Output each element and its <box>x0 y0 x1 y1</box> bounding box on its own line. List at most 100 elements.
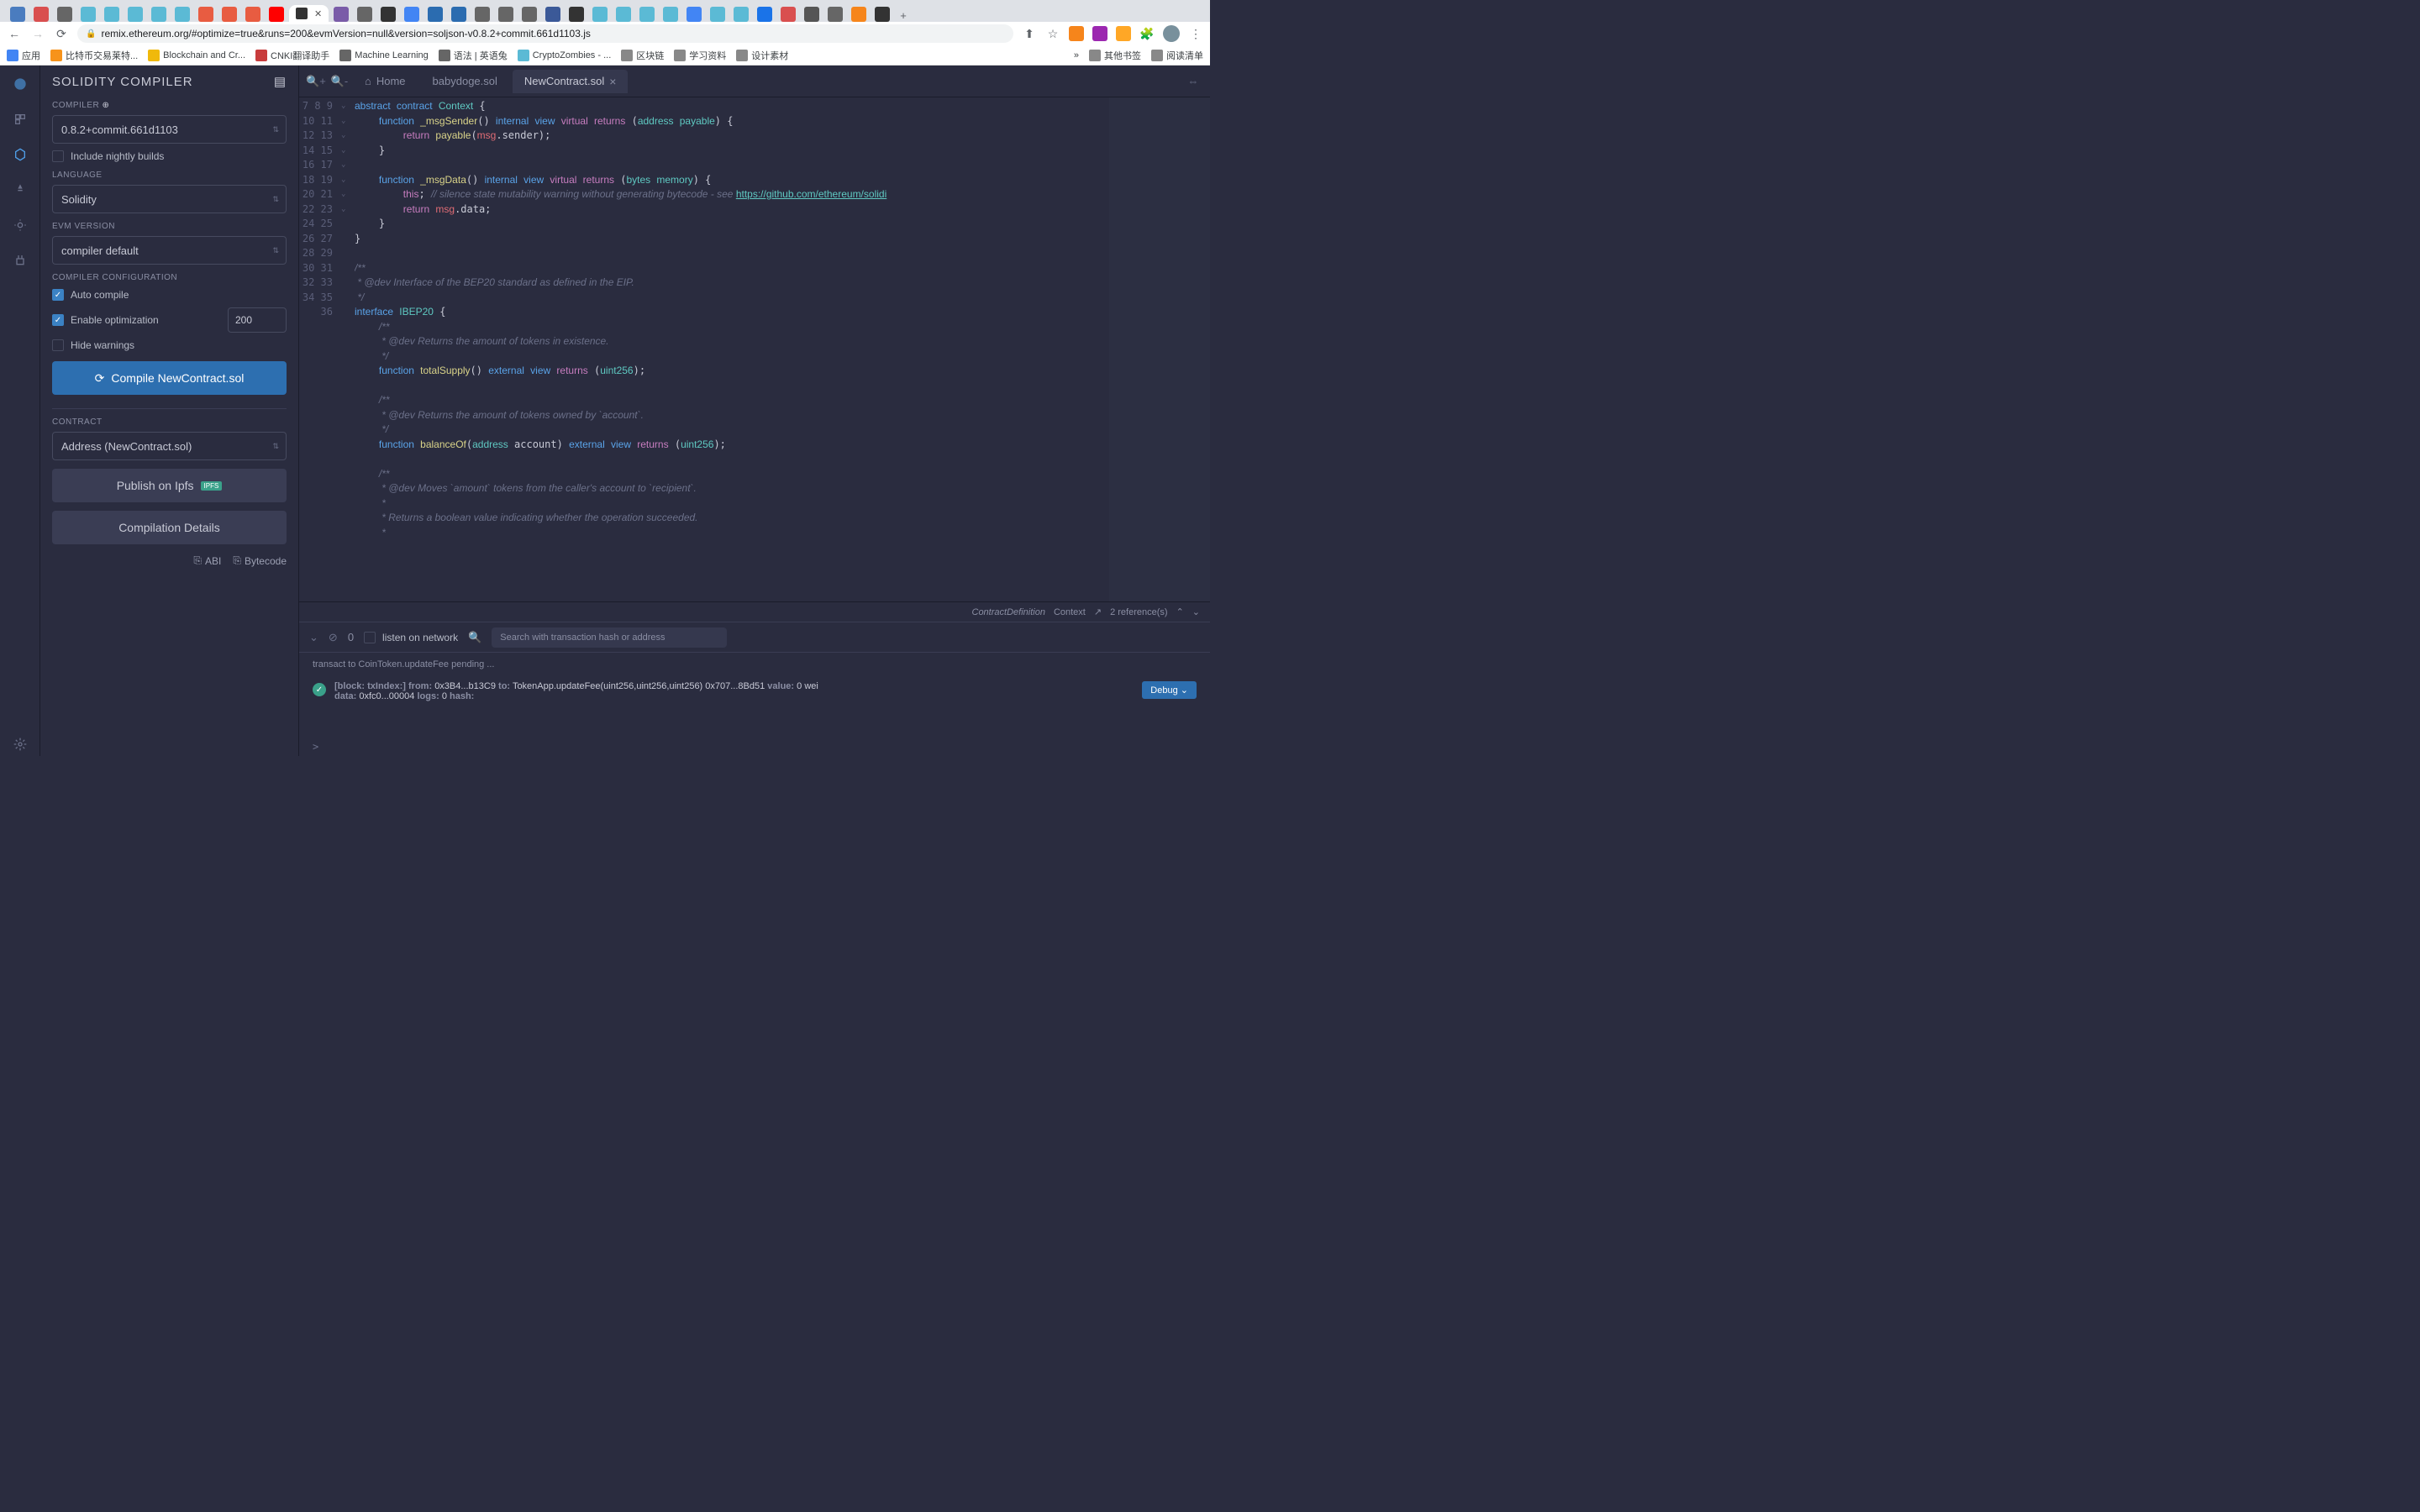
tab-favicon[interactable] <box>875 7 890 22</box>
tab-favicon[interactable] <box>151 7 166 22</box>
tab-favicon[interactable] <box>663 7 678 22</box>
tab-favicon[interactable] <box>334 7 349 22</box>
star-icon[interactable]: ☆ <box>1045 26 1060 41</box>
back-button[interactable]: ← <box>7 26 22 41</box>
compilation-details-button[interactable]: Compilation Details <box>52 511 287 544</box>
tab-favicon[interactable] <box>710 7 725 22</box>
settings-icon[interactable] <box>8 732 32 756</box>
extensions-icon[interactable]: 🧩 <box>1139 26 1155 41</box>
compiler-version-select[interactable]: 0.8.2+commit.661d1103 <box>52 115 287 144</box>
deploy-icon[interactable] <box>8 178 32 202</box>
url-bar[interactable]: 🔒 remix.ethereum.org/#optimize=true&runs… <box>77 24 1013 43</box>
nightly-checkbox[interactable]: Include nightly builds <box>52 150 287 162</box>
tab-favicon[interactable] <box>804 7 819 22</box>
reload-button[interactable]: ⟳ <box>54 26 69 41</box>
extension-icon[interactable] <box>1092 26 1107 41</box>
search-icon[interactable]: 🔍 <box>468 631 481 644</box>
code-content[interactable]: abstract contract Context { function _ms… <box>355 97 1109 601</box>
panel-settings-icon[interactable]: ▤ <box>274 74 287 89</box>
listen-network-checkbox[interactable]: listen on network <box>364 632 458 643</box>
tab-favicon[interactable] <box>569 7 584 22</box>
tab-favicon[interactable] <box>592 7 608 22</box>
copy-abi-button[interactable]: ⎘ ABI <box>193 554 221 567</box>
prev-ref-icon[interactable]: ⌃ <box>1176 606 1184 617</box>
apps-bookmark[interactable]: 应用 <box>7 49 40 62</box>
extension-icon[interactable] <box>1069 26 1084 41</box>
file-tab[interactable]: babydoge.sol <box>421 70 509 92</box>
tab-favicon[interactable] <box>175 7 190 22</box>
close-tab-icon[interactable]: ✕ <box>314 8 322 19</box>
home-tab[interactable]: ⌂ Home <box>353 70 418 92</box>
menu-icon[interactable]: ⋮ <box>1188 26 1203 41</box>
bookmark-item[interactable]: 比特币交易莱特... <box>50 49 138 62</box>
tab-favicon[interactable] <box>522 7 537 22</box>
copy-bytecode-button[interactable]: ⎘ Bytecode <box>233 554 287 567</box>
tab-favicon[interactable] <box>404 7 419 22</box>
bookmark-folder[interactable]: 学习资料 <box>674 49 726 62</box>
tab-favicon[interactable] <box>10 7 25 22</box>
active-browser-tab[interactable]: ✕ <box>289 5 329 22</box>
bookmark-item[interactable]: Machine Learning <box>339 50 428 61</box>
compiler-icon[interactable] <box>8 143 32 166</box>
tab-favicon[interactable] <box>269 7 284 22</box>
contract-select[interactable]: Address (NewContract.sol) <box>52 432 287 460</box>
tab-favicon[interactable] <box>734 7 749 22</box>
tab-favicon[interactable] <box>687 7 702 22</box>
extension-icon[interactable] <box>1116 26 1131 41</box>
terminal-search-input[interactable]: Search with transaction hash or address <box>492 627 727 648</box>
plugin-icon[interactable] <box>8 249 32 272</box>
hide-warnings-checkbox[interactable]: Hide warnings <box>52 339 287 351</box>
code-editor[interactable]: 7 8 9 10 11 12 13 14 15 16 17 18 19 20 2… <box>299 97 1210 601</box>
tab-favicon[interactable] <box>451 7 466 22</box>
tab-favicon[interactable] <box>828 7 843 22</box>
tab-favicon[interactable] <box>381 7 396 22</box>
auto-compile-checkbox[interactable]: ✓ Auto compile <box>52 289 287 301</box>
tab-favicon[interactable] <box>245 7 260 22</box>
tab-favicon[interactable] <box>34 7 49 22</box>
bookmark-folder[interactable]: 区块链 <box>621 49 664 62</box>
remix-logo-icon[interactable] <box>8 72 32 96</box>
tab-favicon[interactable] <box>57 7 72 22</box>
bookmark-overflow[interactable]: » <box>1074 50 1079 60</box>
terminal-prompt[interactable]: > <box>299 741 1210 756</box>
share-icon[interactable]: ⬆ <box>1022 26 1037 41</box>
goto-icon[interactable]: ↗ <box>1094 606 1102 617</box>
tab-favicon[interactable] <box>104 7 119 22</box>
tab-favicon[interactable] <box>498 7 513 22</box>
tab-favicon[interactable] <box>81 7 96 22</box>
language-select[interactable]: Solidity <box>52 185 287 213</box>
tab-favicon[interactable] <box>757 7 772 22</box>
forward-button[interactable]: → <box>30 26 45 41</box>
publish-ipfs-button[interactable]: Publish on Ipfs IPFS <box>52 469 287 502</box>
expand-icon[interactable]: ⇔ <box>1183 71 1203 92</box>
zoom-in-icon[interactable]: 🔍+ <box>306 71 326 92</box>
tab-favicon[interactable] <box>198 7 213 22</box>
optimization-runs-input[interactable]: 200 <box>228 307 287 333</box>
tab-favicon[interactable] <box>545 7 560 22</box>
zoom-out-icon[interactable]: 🔍- <box>329 71 350 92</box>
tab-favicon[interactable] <box>128 7 143 22</box>
close-tab-icon[interactable]: × <box>609 75 616 88</box>
compile-button[interactable]: ⟳ Compile NewContract.sol <box>52 361 287 395</box>
debugger-icon[interactable] <box>8 213 32 237</box>
bookmark-folder[interactable]: 设计素材 <box>736 49 788 62</box>
tab-favicon[interactable] <box>639 7 655 22</box>
bookmark-item[interactable]: CryptoZombies - ... <box>518 50 612 61</box>
minimap[interactable] <box>1109 97 1210 601</box>
tab-favicon[interactable] <box>475 7 490 22</box>
fold-gutter[interactable]: ⌄ ⌄ ⌄ ⌄ ⌄ ⌄ ⌄ ⌄ <box>341 97 355 601</box>
clear-icon[interactable]: ⊘ <box>329 631 338 644</box>
evm-version-select[interactable]: compiler default <box>52 236 287 265</box>
tab-favicon[interactable] <box>357 7 372 22</box>
tab-favicon[interactable] <box>781 7 796 22</box>
tab-favicon[interactable] <box>428 7 443 22</box>
profile-avatar[interactable] <box>1163 25 1180 42</box>
transaction-entry[interactable]: ✓ [block: txIndex:] from: 0x3B4...b13C9 … <box>313 681 1197 701</box>
other-bookmarks[interactable]: 其他书签 <box>1089 49 1141 62</box>
debug-button[interactable]: Debug ⌄ <box>1142 681 1197 699</box>
tab-favicon[interactable] <box>616 7 631 22</box>
next-ref-icon[interactable]: ⌄ <box>1192 606 1200 617</box>
bookmark-item[interactable]: 语法 | 英语兔 <box>439 49 508 62</box>
tab-favicon[interactable] <box>851 7 866 22</box>
optimization-checkbox[interactable]: ✓ <box>52 314 64 326</box>
